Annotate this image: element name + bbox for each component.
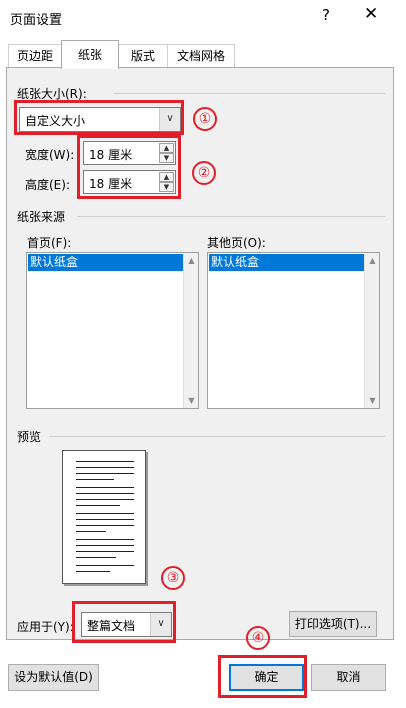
tab-layout[interactable]: 版式: [118, 44, 168, 68]
scrollbar[interactable]: ▲ ▼: [183, 253, 198, 408]
first-page-list[interactable]: 默认纸盒 ▲ ▼: [26, 252, 199, 409]
other-pages-label: 其他页(O):: [207, 236, 266, 250]
scrollbar[interactable]: ▲ ▼: [364, 253, 379, 408]
annotation-number-4: ④: [246, 626, 270, 650]
height-label: 高度(E):: [25, 178, 70, 192]
tab-paper[interactable]: 纸张: [61, 40, 119, 69]
annotation-number-1: ①: [193, 107, 217, 131]
chevron-down-icon[interactable]: ▼: [365, 393, 380, 408]
first-page-label: 首页(F):: [27, 236, 72, 250]
list-item[interactable]: 默认纸盒: [209, 254, 364, 271]
print-options-button[interactable]: 打印选项(T)...: [289, 611, 377, 637]
cancel-button[interactable]: 取消: [311, 664, 386, 691]
other-pages-list[interactable]: 默认纸盒 ▲ ▼: [207, 252, 380, 409]
close-icon[interactable]: ✕: [364, 4, 378, 24]
paper-source-label: 纸张来源: [17, 210, 66, 224]
annotation-number-3: ③: [161, 566, 185, 590]
tab-strip: 页边距 纸张 版式 文档网格: [0, 40, 406, 69]
list-item[interactable]: 默认纸盒: [28, 254, 183, 271]
preview-label: 预览: [17, 430, 42, 444]
chevron-down-icon[interactable]: ▼: [184, 393, 199, 408]
title-bar: 页面设置 ? ✕: [0, 0, 406, 34]
annotation-box-dimensions: [77, 135, 181, 199]
annotation-box-apply-to: [72, 601, 176, 643]
annotation-box-paper-size: [14, 100, 184, 135]
apply-to-label: 应用于(Y):: [17, 620, 74, 634]
annotation-box-ok: [218, 655, 307, 698]
tab-margins[interactable]: 页边距: [8, 44, 62, 68]
width-label: 宽度(W):: [25, 148, 75, 162]
chevron-up-icon[interactable]: ▲: [365, 253, 380, 268]
page-preview: [62, 450, 146, 584]
window-title: 页面设置: [10, 13, 63, 28]
chevron-up-icon[interactable]: ▲: [184, 253, 199, 268]
paper-source-divider: [77, 216, 385, 217]
preview-divider: [49, 436, 385, 437]
set-default-button[interactable]: 设为默认值(D): [8, 664, 99, 691]
paper-size-divider: [113, 93, 385, 94]
tab-document-grid[interactable]: 文档网格: [167, 44, 235, 68]
annotation-number-2: ②: [192, 161, 216, 185]
help-icon[interactable]: ?: [322, 6, 330, 24]
